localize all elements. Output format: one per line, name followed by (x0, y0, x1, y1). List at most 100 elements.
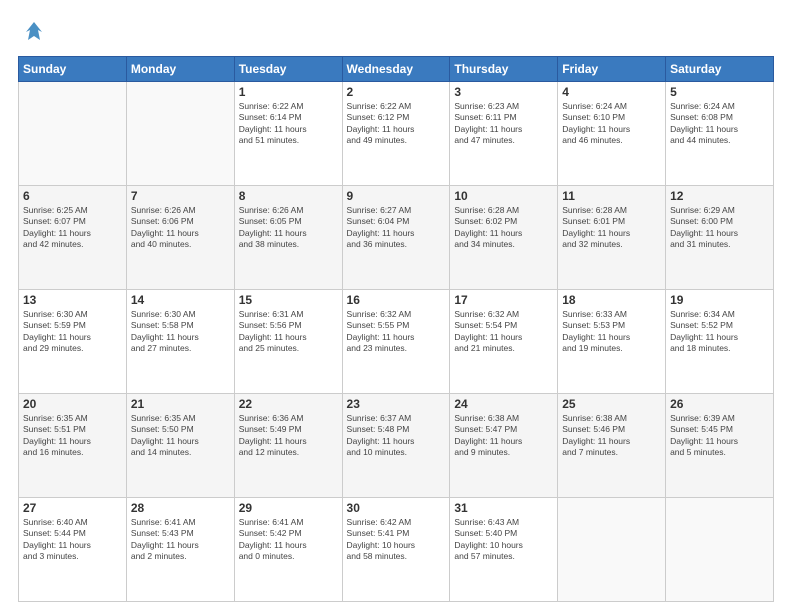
day-number: 16 (347, 293, 446, 307)
calendar-cell: 24 Sunrise: 6:38 AM Sunset: 5:47 PM Dayli… (450, 394, 558, 498)
calendar-week-5: 27 Sunrise: 6:40 AM Sunset: 5:44 PM Dayli… (19, 498, 774, 602)
day-info: Sunrise: 6:42 AM Sunset: 5:41 PM Dayligh… (347, 517, 446, 563)
day-number: 6 (23, 189, 122, 203)
day-number: 13 (23, 293, 122, 307)
day-info: Sunrise: 6:27 AM Sunset: 6:04 PM Dayligh… (347, 205, 446, 251)
day-info: Sunrise: 6:32 AM Sunset: 5:54 PM Dayligh… (454, 309, 553, 355)
day-number: 21 (131, 397, 230, 411)
day-info: Sunrise: 6:38 AM Sunset: 5:46 PM Dayligh… (562, 413, 661, 459)
calendar-cell: 1 Sunrise: 6:22 AM Sunset: 6:14 PM Daylig… (234, 82, 342, 186)
day-number: 28 (131, 501, 230, 515)
day-info: Sunrise: 6:30 AM Sunset: 5:59 PM Dayligh… (23, 309, 122, 355)
calendar-cell: 26 Sunrise: 6:39 AM Sunset: 5:45 PM Dayli… (666, 394, 774, 498)
calendar-cell: 9 Sunrise: 6:27 AM Sunset: 6:04 PM Daylig… (342, 186, 450, 290)
day-info: Sunrise: 6:32 AM Sunset: 5:55 PM Dayligh… (347, 309, 446, 355)
day-info: Sunrise: 6:33 AM Sunset: 5:53 PM Dayligh… (562, 309, 661, 355)
day-info: Sunrise: 6:26 AM Sunset: 6:06 PM Dayligh… (131, 205, 230, 251)
calendar-header-sunday: Sunday (19, 57, 127, 82)
day-number: 19 (670, 293, 769, 307)
day-number: 31 (454, 501, 553, 515)
calendar-cell (126, 82, 234, 186)
day-number: 2 (347, 85, 446, 99)
day-info: Sunrise: 6:43 AM Sunset: 5:40 PM Dayligh… (454, 517, 553, 563)
calendar-cell: 3 Sunrise: 6:23 AM Sunset: 6:11 PM Daylig… (450, 82, 558, 186)
day-number: 5 (670, 85, 769, 99)
header (18, 18, 774, 46)
day-number: 12 (670, 189, 769, 203)
calendar-week-2: 6 Sunrise: 6:25 AM Sunset: 6:07 PM Daylig… (19, 186, 774, 290)
day-info: Sunrise: 6:25 AM Sunset: 6:07 PM Dayligh… (23, 205, 122, 251)
day-info: Sunrise: 6:24 AM Sunset: 6:08 PM Dayligh… (670, 101, 769, 147)
day-info: Sunrise: 6:41 AM Sunset: 5:42 PM Dayligh… (239, 517, 338, 563)
day-number: 23 (347, 397, 446, 411)
day-info: Sunrise: 6:38 AM Sunset: 5:47 PM Dayligh… (454, 413, 553, 459)
day-number: 9 (347, 189, 446, 203)
calendar-cell: 16 Sunrise: 6:32 AM Sunset: 5:55 PM Dayli… (342, 290, 450, 394)
day-info: Sunrise: 6:28 AM Sunset: 6:02 PM Dayligh… (454, 205, 553, 251)
calendar-cell: 22Sunrise: 6:36 AM Sunset: 5:49 PM Dayli… (234, 394, 342, 498)
calendar-cell: 11Sunrise: 6:28 AM Sunset: 6:01 PM Dayli… (558, 186, 666, 290)
calendar-cell: 31 Sunrise: 6:43 AM Sunset: 5:40 PM Dayli… (450, 498, 558, 602)
day-number: 1 (239, 85, 338, 99)
calendar-cell: 20Sunrise: 6:35 AM Sunset: 5:51 PM Dayli… (19, 394, 127, 498)
calendar-header-wednesday: Wednesday (342, 57, 450, 82)
day-number: 30 (347, 501, 446, 515)
day-number: 15 (239, 293, 338, 307)
day-number: 10 (454, 189, 553, 203)
calendar-cell: 28 Sunrise: 6:41 AM Sunset: 5:43 PM Dayli… (126, 498, 234, 602)
day-info: Sunrise: 6:26 AM Sunset: 6:05 PM Dayligh… (239, 205, 338, 251)
logo (18, 18, 48, 46)
calendar-cell: 29 Sunrise: 6:41 AM Sunset: 5:42 PM Dayli… (234, 498, 342, 602)
calendar-cell: 23Sunrise: 6:37 AM Sunset: 5:48 PM Dayli… (342, 394, 450, 498)
day-info: Sunrise: 6:34 AM Sunset: 5:52 PM Dayligh… (670, 309, 769, 355)
day-number: 14 (131, 293, 230, 307)
calendar-header-monday: Monday (126, 57, 234, 82)
calendar-cell: 19 Sunrise: 6:34 AM Sunset: 5:52 PM Dayli… (666, 290, 774, 394)
calendar-header-friday: Friday (558, 57, 666, 82)
day-number: 4 (562, 85, 661, 99)
calendar-cell: 15 Sunrise: 6:31 AM Sunset: 5:56 PM Dayli… (234, 290, 342, 394)
calendar-cell: 30 Sunrise: 6:42 AM Sunset: 5:41 PM Dayli… (342, 498, 450, 602)
calendar-cell: 2 Sunrise: 6:22 AM Sunset: 6:12 PM Daylig… (342, 82, 450, 186)
day-info: Sunrise: 6:35 AM Sunset: 5:50 PM Dayligh… (131, 413, 230, 459)
day-number: 7 (131, 189, 230, 203)
calendar-cell (666, 498, 774, 602)
day-number: 3 (454, 85, 553, 99)
day-info: Sunrise: 6:30 AM Sunset: 5:58 PM Dayligh… (131, 309, 230, 355)
calendar-header-saturday: Saturday (666, 57, 774, 82)
calendar-table: SundayMondayTuesdayWednesdayThursdayFrid… (18, 56, 774, 602)
day-info: Sunrise: 6:40 AM Sunset: 5:44 PM Dayligh… (23, 517, 122, 563)
calendar-cell: 25Sunrise: 6:38 AM Sunset: 5:46 PM Dayli… (558, 394, 666, 498)
calendar-cell (558, 498, 666, 602)
page: SundayMondayTuesdayWednesdayThursdayFrid… (0, 0, 792, 612)
day-number: 17 (454, 293, 553, 307)
calendar-header-row: SundayMondayTuesdayWednesdayThursdayFrid… (19, 57, 774, 82)
day-info: Sunrise: 6:39 AM Sunset: 5:45 PM Dayligh… (670, 413, 769, 459)
calendar-cell: 4 Sunrise: 6:24 AM Sunset: 6:10 PM Daylig… (558, 82, 666, 186)
day-info: Sunrise: 6:22 AM Sunset: 6:12 PM Dayligh… (347, 101, 446, 147)
calendar-cell: 18 Sunrise: 6:33 AM Sunset: 5:53 PM Dayli… (558, 290, 666, 394)
day-number: 27 (23, 501, 122, 515)
calendar-cell: 21 Sunrise: 6:35 AM Sunset: 5:50 PM Dayli… (126, 394, 234, 498)
day-info: Sunrise: 6:41 AM Sunset: 5:43 PM Dayligh… (131, 517, 230, 563)
day-info: Sunrise: 6:24 AM Sunset: 6:10 PM Dayligh… (562, 101, 661, 147)
calendar-header-tuesday: Tuesday (234, 57, 342, 82)
calendar-cell: 7 Sunrise: 6:26 AM Sunset: 6:06 PM Daylig… (126, 186, 234, 290)
day-info: Sunrise: 6:36 AM Sunset: 5:49 PM Dayligh… (239, 413, 338, 459)
calendar-cell: 17 Sunrise: 6:32 AM Sunset: 5:54 PM Dayli… (450, 290, 558, 394)
logo-bird-icon (20, 18, 48, 46)
day-info: Sunrise: 6:31 AM Sunset: 5:56 PM Dayligh… (239, 309, 338, 355)
calendar-week-4: 20Sunrise: 6:35 AM Sunset: 5:51 PM Dayli… (19, 394, 774, 498)
day-number: 8 (239, 189, 338, 203)
day-number: 29 (239, 501, 338, 515)
day-info: Sunrise: 6:23 AM Sunset: 6:11 PM Dayligh… (454, 101, 553, 147)
day-info: Sunrise: 6:35 AM Sunset: 5:51 PM Dayligh… (23, 413, 122, 459)
day-number: 18 (562, 293, 661, 307)
calendar-cell: 13 Sunrise: 6:30 AM Sunset: 5:59 PM Dayli… (19, 290, 127, 394)
calendar-cell (19, 82, 127, 186)
day-number: 24 (454, 397, 553, 411)
day-number: 26 (670, 397, 769, 411)
day-number: 11 (562, 189, 661, 203)
calendar-cell: 8 Sunrise: 6:26 AM Sunset: 6:05 PM Daylig… (234, 186, 342, 290)
day-info: Sunrise: 6:22 AM Sunset: 6:14 PM Dayligh… (239, 101, 338, 147)
